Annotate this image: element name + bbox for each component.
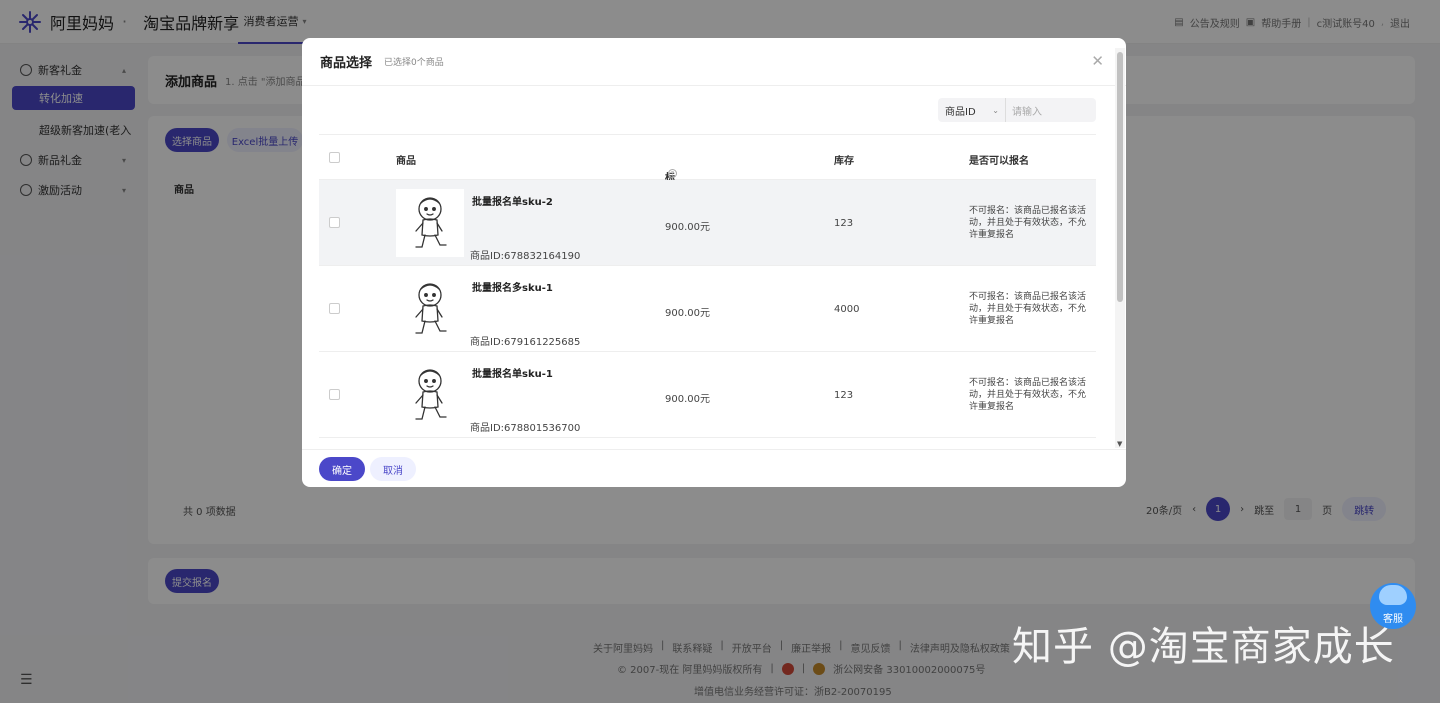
product-name: 批量报名多sku-1: [472, 283, 553, 294]
column-stock: 库存: [834, 156, 854, 167]
modal-title: 商品选择: [320, 56, 373, 71]
service-mascot-icon: [1379, 585, 1407, 605]
search-input[interactable]: 请输入: [1006, 103, 1042, 118]
cartoon-child-image: [415, 197, 447, 248]
row-checkbox: [329, 217, 340, 228]
select-all-checkbox[interactable]: [329, 152, 340, 163]
scrollbar-thumb[interactable]: [1117, 52, 1123, 302]
chevron-down-icon: ⌄: [992, 105, 999, 115]
close-icon[interactable]: ✕: [1091, 52, 1104, 70]
cartoon-child-image: [415, 283, 447, 334]
column-eligible: 是否可以报名: [969, 156, 1029, 167]
product-stock: 4000: [834, 304, 860, 315]
product-image: [396, 361, 464, 429]
cancel-button[interactable]: 取消: [370, 457, 416, 481]
confirm-button[interactable]: 确定: [319, 457, 365, 481]
eligibility-status: 不可报名：该商品已报名该活动，并且处于有效状态，不允许重复报名: [969, 206, 1087, 240]
product-stock: 123: [834, 218, 854, 229]
product-price: 900.00元: [665, 222, 710, 233]
filter-type-value: 商品ID: [945, 106, 976, 118]
row-checkbox: [329, 389, 340, 400]
modal-scrollbar[interactable]: ▼: [1115, 48, 1125, 448]
table-row[interactable]: 批量报名多sku-1 商品ID:679161225685 900.00元 400…: [319, 266, 1096, 352]
table-row[interactable]: 批量报名单sku-1 商品ID:678801536700 900.00元 123…: [319, 352, 1096, 438]
product-name: 批量报名单sku-2: [472, 197, 553, 208]
modal-header: 商品选择 已选择0个商品: [302, 38, 1126, 86]
cartoon-child-image: [415, 369, 447, 420]
eligibility-status: 不可报名：该商品已报名该活动，并且处于有效状态，不允许重复报名: [969, 378, 1087, 412]
product-id: 商品ID:679161225685: [470, 337, 581, 348]
product-stock: 123: [834, 390, 854, 401]
modal-footer: 确定 取消: [302, 449, 1126, 487]
product-image: [396, 189, 464, 257]
column-product: 商品: [396, 156, 416, 167]
watermark: 知乎 @淘宝商家成长: [1012, 624, 1395, 670]
product-id: 商品ID:678801536700: [470, 423, 581, 434]
selected-count: 已选择0个商品: [384, 58, 444, 68]
help-icon[interactable]: ?: [668, 169, 677, 178]
product-image: [396, 275, 464, 343]
product-id: 商品ID:678832164190: [470, 251, 581, 262]
eligibility-status: 不可报名：该商品已报名该活动，并且处于有效状态，不允许重复报名: [969, 292, 1087, 326]
search-filter: 商品ID ⌄ 请输入: [938, 98, 1096, 122]
scroll-down-icon[interactable]: ▼: [1117, 440, 1122, 448]
product-price: 900.00元: [665, 308, 710, 319]
product-price: 900.00元: [665, 394, 710, 405]
table-row[interactable]: 批量报名单sku-2 商品ID:678832164190 900.00元 123…: [319, 180, 1096, 266]
filter-type-select[interactable]: 商品ID ⌄: [938, 98, 1006, 122]
product-select-modal: 商品选择 已选择0个商品 ✕ 商品ID ⌄ 请输入 商品 标价? 库存 是否可以…: [302, 38, 1126, 487]
row-checkbox: [329, 303, 340, 314]
table-header: 商品 标价? 库存 是否可以报名: [319, 134, 1096, 199]
product-name: 批量报名单sku-1: [472, 369, 553, 380]
